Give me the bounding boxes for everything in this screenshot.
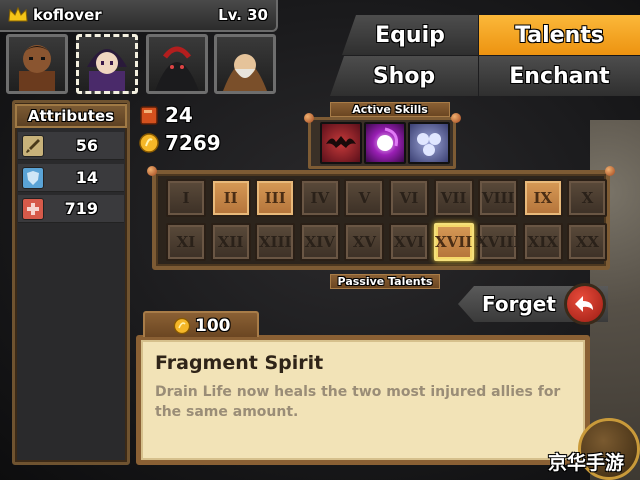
attack-value: 56 <box>75 136 98 155</box>
talent-description: Drain Life now heals the two most injure… <box>155 384 561 420</box>
talent-slot[interactable]: X <box>567 179 608 217</box>
health-value: 719 <box>64 199 98 218</box>
hero-portrait-hooded[interactable] <box>146 34 208 94</box>
talent-slot[interactable]: VII <box>433 179 474 217</box>
attributes-header: Attributes <box>15 104 127 128</box>
player-name: koflover <box>33 6 102 24</box>
sword-icon <box>22 135 44 157</box>
hero-monk-icon <box>223 54 267 91</box>
active-skills-label: Active Skills <box>330 102 450 117</box>
talent-slot[interactable]: VIII <box>478 179 519 217</box>
hero-portrait-warrior[interactable] <box>6 34 68 94</box>
passive-talents-label: Passive Talents <box>330 274 440 289</box>
tab-equip[interactable]: Equip <box>342 15 478 55</box>
rivet-decoration <box>147 166 157 176</box>
tab-enchant[interactable]: Enchant <box>479 56 640 96</box>
talent-cost: 100 <box>195 316 231 336</box>
player-bar: koflover Lv. 30 <box>0 0 278 32</box>
talent-slot[interactable]: IX <box>522 179 563 217</box>
talent-slot[interactable]: XIX <box>522 223 563 261</box>
shield-icon <box>22 167 44 189</box>
talent-description-panel: Fragment Spirit Drain Life now heals the… <box>136 335 590 465</box>
talent-slot[interactable]: XVIII <box>476 223 520 261</box>
rivet-decoration <box>451 113 461 123</box>
talent-slot[interactable]: I <box>166 179 206 217</box>
talent-slot[interactable]: XX <box>567 223 608 261</box>
talent-slot[interactable]: VI <box>389 179 429 217</box>
hero-mage-icon <box>87 49 127 91</box>
hero-portrait-monk[interactable] <box>214 34 276 94</box>
hero-hooded-icon <box>155 46 199 91</box>
player-level: Lv. 30 <box>218 6 268 24</box>
talent-slot[interactable]: XVI <box>389 223 429 261</box>
forget-label: Forget <box>482 292 556 316</box>
gold-coin-icon <box>173 317 191 335</box>
talent-slot[interactable]: III <box>255 179 296 217</box>
attribute-row-defense: 14 <box>18 164 124 192</box>
bat-skill-icon[interactable] <box>320 122 362 164</box>
spirits-skill-icon[interactable] <box>408 122 450 164</box>
tab-shop[interactable]: Shop <box>330 56 478 96</box>
hero-warrior-icon <box>19 45 55 91</box>
skill-book-count: 24 <box>165 103 193 127</box>
crown-icon <box>8 7 28 22</box>
defense-value: 14 <box>75 168 98 187</box>
talent-slot[interactable]: IV <box>299 179 340 217</box>
talent-title: Fragment Spirit <box>155 352 324 374</box>
tab-talents[interactable]: Talents <box>479 15 640 55</box>
talent-slot[interactable]: XI <box>166 223 206 261</box>
hero-portrait-mage[interactable] <box>76 34 138 94</box>
talent-slot[interactable]: XVII <box>433 223 474 261</box>
attribute-row-health: 719 <box>18 195 124 223</box>
talent-slot[interactable]: II <box>210 179 251 217</box>
health-cross-icon <box>22 198 44 220</box>
rivet-decoration <box>304 113 314 123</box>
undo-arrow-icon[interactable] <box>564 283 606 325</box>
gold-coin-icon <box>139 133 159 153</box>
talent-slot[interactable]: XII <box>210 223 251 261</box>
vortex-skill-icon[interactable] <box>364 122 406 164</box>
talent-slot[interactable]: XV <box>344 223 385 261</box>
talent-slot[interactable]: XIII <box>255 223 296 261</box>
attribute-row-attack: 56 <box>18 132 124 160</box>
rivet-decoration <box>605 166 615 176</box>
skill-book-icon <box>140 106 158 125</box>
talent-slot[interactable]: V <box>344 179 385 217</box>
gold-count: 7269 <box>165 131 221 155</box>
talent-cost-tab: 100 <box>143 311 259 337</box>
watermark: 京华手游 <box>548 452 625 474</box>
talent-slot[interactable]: XIV <box>299 223 340 261</box>
